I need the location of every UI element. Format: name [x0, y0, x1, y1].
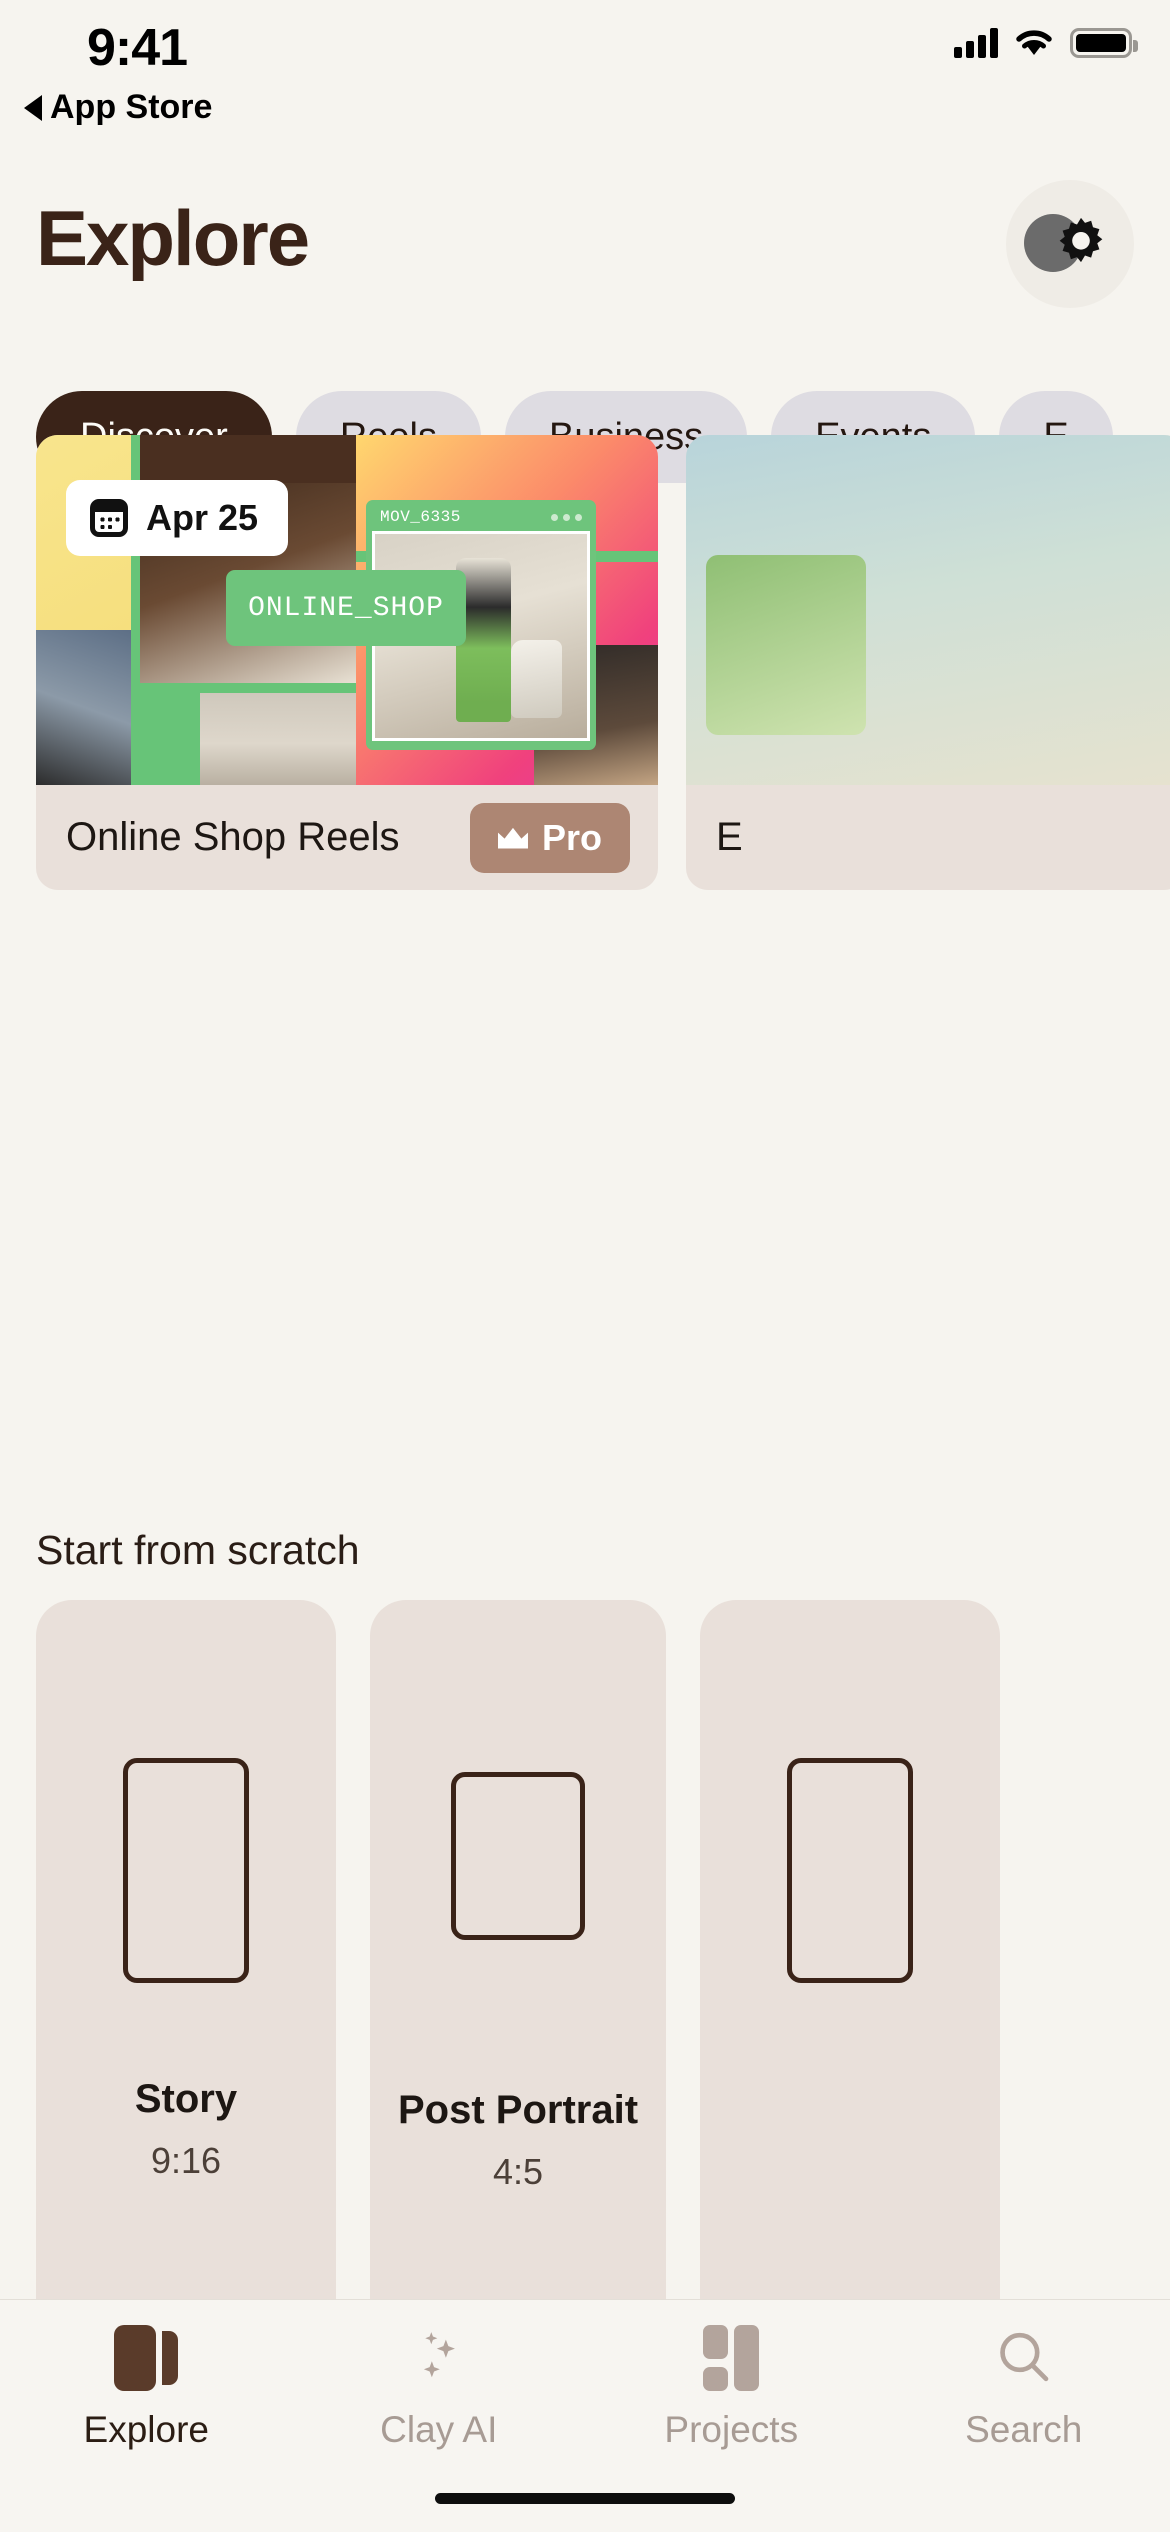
pro-badge-label: Pro [541, 816, 602, 858]
settings-button[interactable] [1006, 180, 1134, 308]
date-chip-label: Apr 25 [146, 497, 259, 538]
tabbar-label: Search [965, 2408, 1083, 2450]
tabbar-item-explore[interactable]: Explore [0, 2300, 293, 2475]
scratch-tile-ratio: 4:5 [492, 2151, 544, 2192]
scratch-tile-name: Story [134, 2077, 238, 2121]
bottom-tab-bar[interactable]: Explore Clay AI Projects Search [0, 2299, 1170, 2532]
collection-thumbnail: Apr 25 MOV_6335 ONLINE_SHOP [36, 435, 658, 785]
back-label: App Store [50, 88, 213, 126]
status-bar: 9:41 App Store [0, 0, 1170, 130]
tabbar-label: Explore [83, 2408, 209, 2450]
search-icon [999, 2332, 1049, 2381]
scratch-tile-next[interactable] [700, 1600, 1000, 2340]
status-icons [954, 28, 1138, 58]
mov-window-title: MOV_6335 [380, 508, 461, 526]
tabbar-label: Projects [664, 2408, 799, 2450]
scratch-tile-ratio: 9:16 [150, 2140, 222, 2181]
back-to-app-store-link[interactable]: App Store [24, 88, 212, 127]
next-frame-icon [787, 1758, 913, 1983]
scratch-tile-story[interactable]: Story 9:16 [36, 1600, 336, 2340]
post-portrait-frame-icon [451, 1772, 585, 1940]
pro-badge[interactable]: Pro [469, 802, 630, 873]
collection-card-next[interactable]: E [686, 435, 1170, 890]
collection-card-footer: Online Shop Reels Pro [36, 785, 658, 890]
collections-carousel[interactable]: Apr 25 MOV_6335 ONLINE_SHOP Online Shop … [0, 435, 1170, 890]
scratch-tile-name: Post Portrait [397, 2088, 639, 2132]
tabbar-item-clay-ai[interactable]: Clay AI [293, 2300, 586, 2475]
date-chip: Apr 25 [66, 480, 289, 556]
collection-card[interactable]: Apr 25 MOV_6335 ONLINE_SHOP Online Shop … [36, 435, 658, 890]
explore-icon [114, 2324, 179, 2391]
collection-thumbnail-next [686, 435, 1170, 785]
wifi-icon [1014, 28, 1054, 58]
scratch-tile-post-portrait[interactable]: Post Portrait 4:5 [370, 1600, 666, 2340]
cellular-signal-icon [954, 28, 998, 58]
scratch-carousel[interactable]: Story 9:16 Post Portrait 4:5 [0, 1600, 1170, 2340]
home-indicator [435, 2493, 735, 2504]
collection-name-next: E [716, 815, 743, 859]
gear-icon [1059, 217, 1103, 263]
collection-name: Online Shop Reels [66, 815, 400, 859]
page-title: Explore [36, 194, 310, 282]
story-frame-icon [123, 1758, 249, 1983]
status-time: 9:41 [87, 19, 188, 77]
window-dots-icon [551, 513, 582, 521]
tabbar-item-search[interactable]: Search [878, 2300, 1170, 2475]
battery-icon [1070, 28, 1138, 58]
tabbar-label: Clay AI [380, 2408, 498, 2450]
calendar-icon [90, 499, 128, 537]
sparkles-icon [423, 2331, 455, 2377]
section-title-scratch: Start from scratch [36, 1527, 360, 1573]
projects-icon [699, 2324, 763, 2391]
back-arrow-icon [24, 94, 42, 121]
crown-icon [497, 827, 528, 849]
mov-window-titlebar: MOV_6335 [372, 506, 590, 531]
tabbar-item-projects[interactable]: Projects [585, 2300, 878, 2475]
online-shop-banner: ONLINE_SHOP [226, 570, 466, 646]
